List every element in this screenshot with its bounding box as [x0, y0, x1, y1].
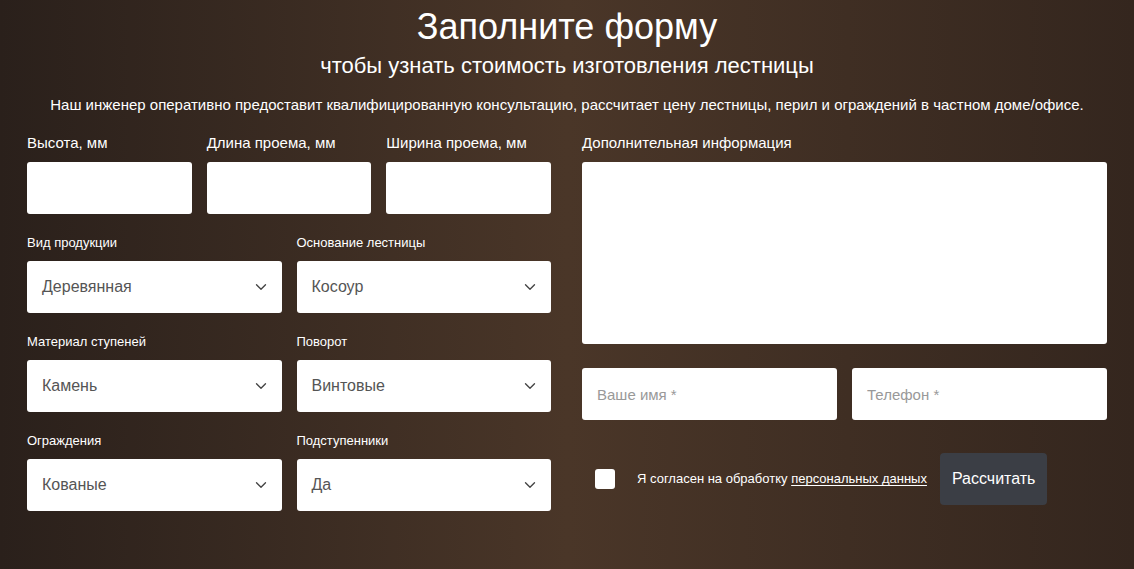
chevron-down-icon	[521, 278, 539, 296]
select-dropdown[interactable]: Камень	[27, 360, 282, 412]
consent-text: Я согласен на обработку персональных дан…	[637, 469, 927, 489]
field-label: Длина проема, мм	[207, 133, 372, 153]
select-field: Вид продукции Деревянная	[27, 234, 282, 313]
select-value: Камень	[42, 374, 97, 398]
field-label: Подступенники	[297, 432, 552, 450]
select-value: Косоур	[312, 275, 364, 299]
select-dropdown[interactable]: Кованые	[27, 459, 282, 511]
field-label: Поворот	[297, 333, 552, 351]
field-label: Ограждения	[27, 432, 282, 450]
chevron-down-icon	[252, 476, 270, 494]
select-field: Ограждения Кованые	[27, 432, 282, 511]
select-dropdown[interactable]: Косоур	[297, 261, 552, 313]
phone-input[interactable]	[852, 368, 1107, 420]
chevron-down-icon	[252, 377, 270, 395]
submit-button[interactable]: Рассчитать	[940, 453, 1048, 505]
select-field: Подступенники Да	[297, 432, 552, 511]
select-field: Поворот Винтовые	[297, 333, 552, 412]
consent-checkbox[interactable]	[595, 469, 615, 489]
contact-fields	[582, 368, 1107, 420]
select-dropdown[interactable]: Деревянная	[27, 261, 282, 313]
select-value: Кованые	[42, 473, 107, 497]
dimension-input[interactable]	[207, 162, 372, 214]
form-body: Высота, мм Длина проема, мм Ширина проема,…	[27, 133, 1107, 511]
select-field: Основание лестницы Косоур	[297, 234, 552, 313]
dimension-field: Длина проема, мм	[207, 133, 372, 214]
select-value: Винтовые	[312, 374, 385, 398]
field-label: Материал ступеней	[27, 333, 282, 351]
form-description: Наш инженер оперативно предоставит квали…	[50, 92, 1084, 117]
dimension-input[interactable]	[386, 162, 551, 214]
select-field: Материал ступеней Камень	[27, 333, 282, 412]
form-subtitle: чтобы узнать стоимость изготовления лест…	[320, 52, 814, 80]
field-label: Высота, мм	[27, 133, 192, 153]
select-dropdown[interactable]: Да	[297, 459, 552, 511]
personal-data-link[interactable]: персональных данных	[791, 471, 927, 486]
field-label: Дополнительная информация	[582, 133, 1107, 153]
select-value: Да	[312, 473, 332, 497]
chevron-down-icon	[521, 377, 539, 395]
field-label: Основание лестницы	[297, 234, 552, 252]
dimension-fields: Высота, мм Длина проема, мм Ширина проема,…	[27, 133, 551, 214]
left-column: Высота, мм Длина проема, мм Ширина проема,…	[27, 133, 551, 511]
select-fields: Вид продукции Деревянная Основание лестниц…	[27, 214, 551, 511]
chevron-down-icon	[521, 476, 539, 494]
field-label: Ширина проема, мм	[386, 133, 551, 153]
form-title: Заполните форму	[417, 6, 717, 48]
calculation-form-page: Заполните форму чтобы узнать стоимость из…	[0, 0, 1134, 569]
extra-info-textarea[interactable]	[582, 162, 1107, 344]
chevron-down-icon	[252, 278, 270, 296]
dimension-field: Ширина проема, мм	[386, 133, 551, 214]
select-value: Деревянная	[42, 275, 132, 299]
dimension-field: Высота, мм	[27, 133, 192, 214]
submit-row: Я согласен на обработку персональных дан…	[582, 453, 1107, 505]
right-column: Дополнительная информация Я согласен на о…	[582, 133, 1107, 511]
select-dropdown[interactable]: Винтовые	[297, 360, 552, 412]
field-label: Вид продукции	[27, 234, 282, 252]
name-input[interactable]	[582, 368, 837, 420]
dimension-input[interactable]	[27, 162, 192, 214]
